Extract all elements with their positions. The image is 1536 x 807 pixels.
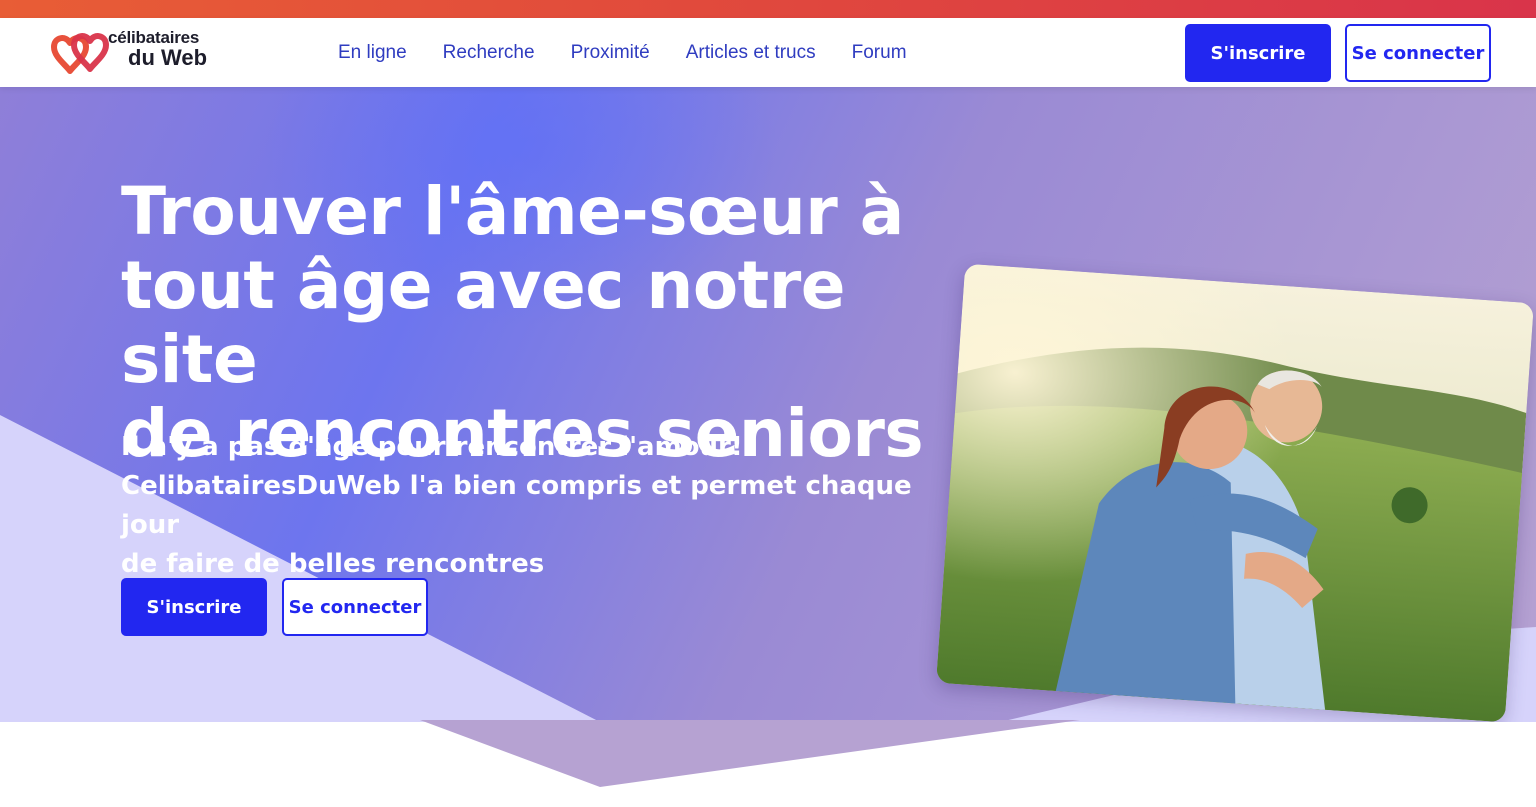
header-signup-button[interactable]: S'inscrire bbox=[1185, 24, 1331, 82]
logo-line-2: du Web bbox=[128, 45, 208, 70]
hero-subtitle: Il n'y a pas d'âge pour rencontrer l'amo… bbox=[121, 428, 961, 584]
couple-photo-illustration bbox=[936, 263, 1534, 722]
hero-login-button[interactable]: Se connecter bbox=[282, 578, 428, 636]
main-nav: En ligne Recherche Proximité Articles et… bbox=[338, 42, 907, 64]
top-accent-strip bbox=[0, 0, 1536, 18]
hero-subtitle-line: Il n'y a pas d'âge pour rencontrer l'amo… bbox=[121, 432, 743, 462]
nav-link-en-ligne[interactable]: En ligne bbox=[338, 42, 407, 64]
header-login-button[interactable]: Se connecter bbox=[1345, 24, 1491, 82]
nav-link-articles[interactable]: Articles et trucs bbox=[686, 42, 816, 64]
hero-title: Trouver l'âme-sœur à tout âge avec notre… bbox=[121, 175, 981, 471]
hero-title-line: tout âge avec notre site bbox=[121, 247, 846, 398]
hero-title-line: Trouver l'âme-sœur à bbox=[121, 173, 904, 250]
nav-link-forum[interactable]: Forum bbox=[852, 42, 907, 64]
nav-link-recherche[interactable]: Recherche bbox=[443, 42, 535, 64]
hero-section: Trouver l'âme-sœur à tout âge avec notre… bbox=[0, 87, 1536, 722]
nav-link-proximite[interactable]: Proximité bbox=[571, 42, 650, 64]
bottom-triangle-shape bbox=[420, 720, 1080, 787]
hero-subtitle-line: CelibatairesDuWeb l'a bien compris et pe… bbox=[121, 471, 912, 540]
logo-wordmark: célibataires du Web bbox=[108, 29, 207, 69]
logo-line-1: célibataires bbox=[108, 28, 200, 47]
couple-photo bbox=[936, 263, 1534, 722]
double-heart-icon bbox=[51, 33, 109, 74]
hero-signup-button[interactable]: S'inscrire bbox=[121, 578, 267, 636]
site-logo[interactable]: célibataires du Web bbox=[44, 27, 224, 79]
top-navbar: célibataires du Web En ligne Recherche P… bbox=[0, 18, 1536, 87]
